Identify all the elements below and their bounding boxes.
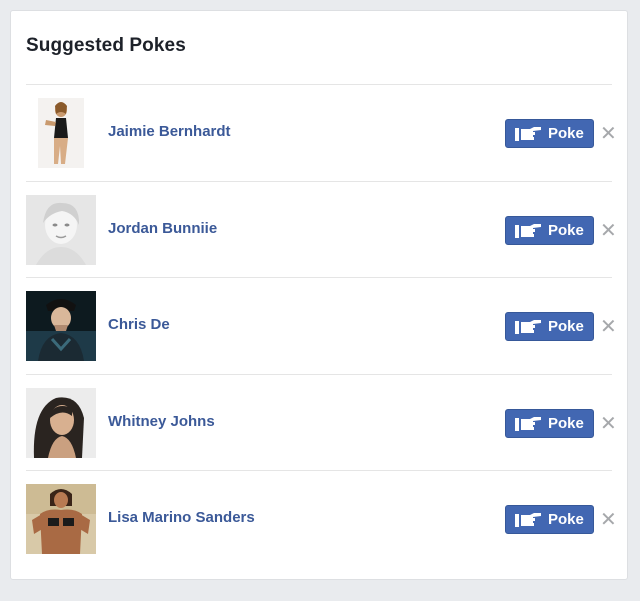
- suggestion-row-whitney-johns: Whitney Johns Poke ✕: [26, 375, 617, 471]
- avatar[interactable]: [26, 291, 96, 361]
- poke-label: Poke: [548, 318, 584, 335]
- poke-label: Poke: [548, 415, 584, 432]
- poke-hand-icon: [515, 512, 541, 527]
- person-name-link[interactable]: Jordan Bunniie: [108, 220, 217, 237]
- person-name-link[interactable]: Whitney Johns: [108, 413, 215, 430]
- suggestion-row-jaimie-bernhardt: Jaimie Bernhardt Poke ✕: [26, 85, 617, 181]
- suggestion-row-lisa-marino-sanders: Lisa Marino Sanders Poke ✕: [26, 471, 617, 567]
- poke-button[interactable]: Poke: [505, 216, 594, 245]
- avatar[interactable]: [26, 484, 96, 554]
- close-icon[interactable]: ✕: [600, 121, 617, 145]
- poke-label: Poke: [548, 511, 584, 528]
- suggested-pokes-panel: Suggested Pokes Jaimie Bernhardt Poke ✕: [10, 10, 628, 580]
- person-name-link[interactable]: Lisa Marino Sanders: [108, 509, 255, 526]
- poke-button[interactable]: Poke: [505, 119, 594, 148]
- person-name-link[interactable]: Jaimie Bernhardt: [108, 123, 231, 140]
- person-name-link[interactable]: Chris De: [108, 316, 170, 333]
- suggestion-row-chris-de: Chris De Poke ✕: [26, 278, 617, 374]
- panel-title: Suggested Pokes: [26, 35, 186, 56]
- avatar[interactable]: [26, 98, 96, 168]
- poke-button[interactable]: Poke: [505, 312, 594, 341]
- close-icon[interactable]: ✕: [600, 218, 617, 242]
- poke-hand-icon: [515, 126, 541, 141]
- poke-label: Poke: [548, 125, 584, 142]
- close-icon[interactable]: ✕: [600, 314, 617, 338]
- poke-hand-icon: [515, 416, 541, 431]
- poke-button[interactable]: Poke: [505, 409, 594, 438]
- poke-hand-icon: [515, 223, 541, 238]
- avatar[interactable]: [26, 195, 96, 265]
- poke-label: Poke: [548, 222, 584, 239]
- close-icon[interactable]: ✕: [600, 411, 617, 435]
- close-icon[interactable]: ✕: [600, 507, 617, 531]
- poke-hand-icon: [515, 319, 541, 334]
- poke-button[interactable]: Poke: [505, 505, 594, 534]
- avatar[interactable]: [26, 388, 96, 458]
- suggestion-row-jordan-bunniie: Jordan Bunniie Poke ✕: [26, 182, 617, 278]
